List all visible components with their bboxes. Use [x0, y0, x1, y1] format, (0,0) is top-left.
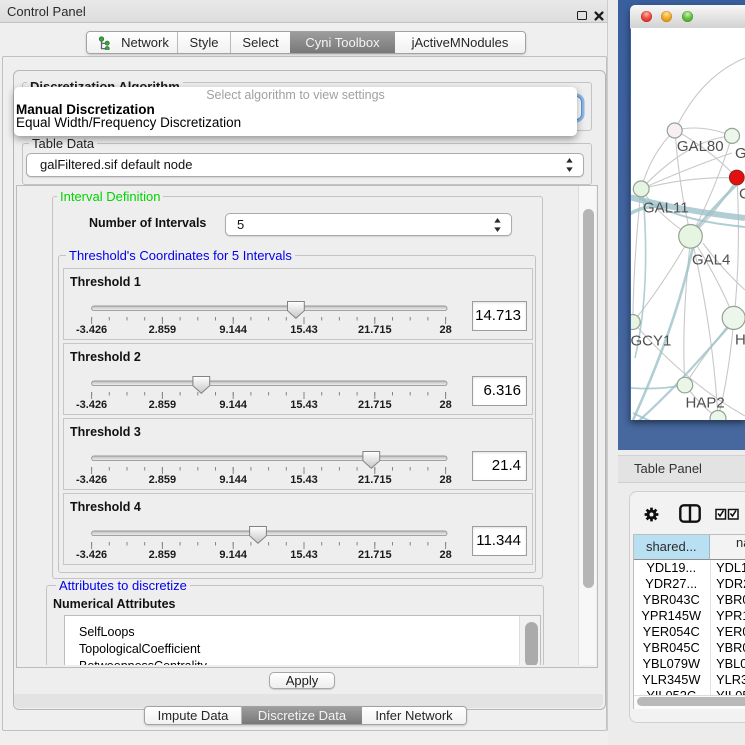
svg-text:9.144: 9.144 [219, 549, 247, 561]
svg-text:GCY1: GCY1 [631, 332, 671, 349]
svg-text:2.859: 2.859 [149, 324, 177, 336]
svg-text:9.144: 9.144 [219, 399, 247, 411]
svg-text:28: 28 [439, 324, 451, 336]
svg-text:GAL8: GAL8 [735, 145, 745, 162]
svg-text:15.43: 15.43 [290, 324, 318, 336]
svg-text:21.715: 21.715 [358, 549, 392, 561]
svg-text:-3.426: -3.426 [76, 399, 107, 411]
svg-text:28: 28 [439, 549, 451, 561]
svg-text:-3.426: -3.426 [76, 474, 107, 486]
svg-text:HA: HA [735, 331, 745, 348]
svg-text:21.715: 21.715 [358, 324, 392, 336]
svg-text:9.144: 9.144 [219, 474, 247, 486]
svg-text:GAL4: GAL4 [692, 251, 730, 268]
svg-text:HAP2: HAP2 [686, 394, 725, 411]
svg-text:2.859: 2.859 [149, 399, 177, 411]
svg-text:15.43: 15.43 [290, 399, 318, 411]
svg-text:21.715: 21.715 [358, 399, 392, 411]
svg-text:15.43: 15.43 [290, 474, 318, 486]
svg-text:28: 28 [439, 474, 451, 486]
svg-text:15.43: 15.43 [290, 549, 318, 561]
svg-text:2.859: 2.859 [149, 549, 177, 561]
svg-text:-3.426: -3.426 [76, 324, 107, 336]
svg-text:-3.426: -3.426 [76, 549, 107, 561]
svg-text:2.859: 2.859 [149, 474, 177, 486]
svg-text:28: 28 [439, 399, 451, 411]
svg-text:C: C [739, 185, 745, 202]
svg-text:21.715: 21.715 [358, 474, 392, 486]
svg-text:GAL11: GAL11 [643, 199, 689, 216]
svg-text:9.144: 9.144 [219, 324, 247, 336]
svg-text:GAL80: GAL80 [677, 138, 724, 155]
